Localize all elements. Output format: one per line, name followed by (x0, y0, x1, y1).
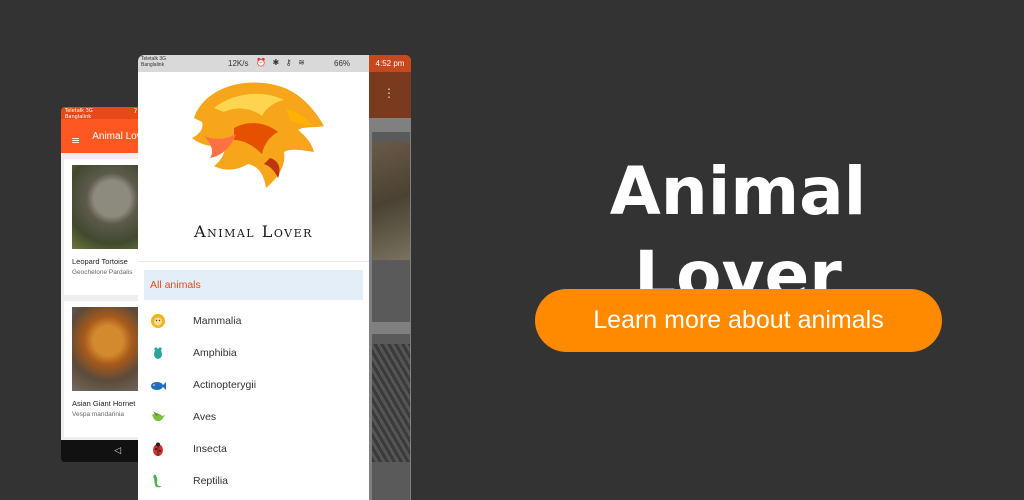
drawer-header: Animal Lover (138, 72, 369, 262)
fish-icon (151, 382, 166, 390)
menu-item-mammalia[interactable]: Mammalia (138, 305, 369, 337)
menu-item-label: Reptilia (193, 475, 229, 487)
drawer-menu: All animals Mammalia Amphibia Actinopter… (138, 262, 369, 497)
app-toolbar: ⋮ (369, 72, 411, 118)
menu-item-aves[interactable]: Aves (138, 401, 369, 433)
ladybug-icon (153, 442, 163, 456)
animal-image (372, 142, 410, 260)
hamburger-menu-icon[interactable]: ≡ (71, 126, 80, 147)
menu-item-label: Aves (193, 411, 217, 423)
learn-more-button[interactable]: Learn more about animals (535, 289, 942, 352)
animal-card[interactable] (372, 334, 410, 500)
menu-item-actinopterygii[interactable]: Actinopterygii (138, 369, 369, 401)
lion-icon (151, 314, 165, 328)
app-content-behind-drawer: ⋮ (369, 72, 411, 500)
back-triangle-icon[interactable]: ◁ (114, 446, 121, 456)
animal-image (372, 344, 410, 462)
animal-card[interactable] (372, 132, 410, 322)
status-icons: ⏰ ✱ ⚷ ≋ (256, 58, 307, 67)
menu-item-reptilia[interactable]: Reptilia (138, 465, 369, 497)
overflow-menu-icon[interactable]: ⋮ (383, 86, 395, 100)
battery-percent: 66% (334, 59, 351, 68)
frog-icon (154, 347, 162, 359)
menu-item-amphibia[interactable]: Amphibia (138, 337, 369, 369)
status-bar: Teletalk 3G Banglalink 12K/s ⏰ ✱ ⚷ ≋ 66%… (138, 55, 411, 72)
menu-item-label: Actinopterygii (193, 379, 257, 391)
menu-item-insecta[interactable]: Insecta (138, 433, 369, 465)
menu-item-label: Amphibia (193, 347, 237, 359)
menu-item-label: Insecta (193, 443, 227, 455)
lion-logo-icon (192, 82, 324, 188)
status-time: 4:52 pm (369, 55, 411, 72)
network-speed: 12K/s (228, 59, 249, 68)
navigation-drawer: Animal Lover All animals Mammalia Amphib… (138, 72, 369, 500)
lizard-icon (153, 474, 162, 488)
bird-icon (152, 411, 165, 422)
carrier-line-2: Banglalink (141, 61, 165, 68)
menu-item-label: Mammalia (193, 315, 242, 327)
front-phone-screenshot: Teletalk 3G Banglalink 12K/s ⏰ ✱ ⚷ ≋ 66%… (138, 55, 411, 500)
drawer-app-name: Animal Lover (194, 222, 313, 241)
carrier-info: Teletalk 3G Banglalink (141, 56, 166, 69)
menu-item-all-animals[interactable]: All animals (144, 270, 363, 300)
